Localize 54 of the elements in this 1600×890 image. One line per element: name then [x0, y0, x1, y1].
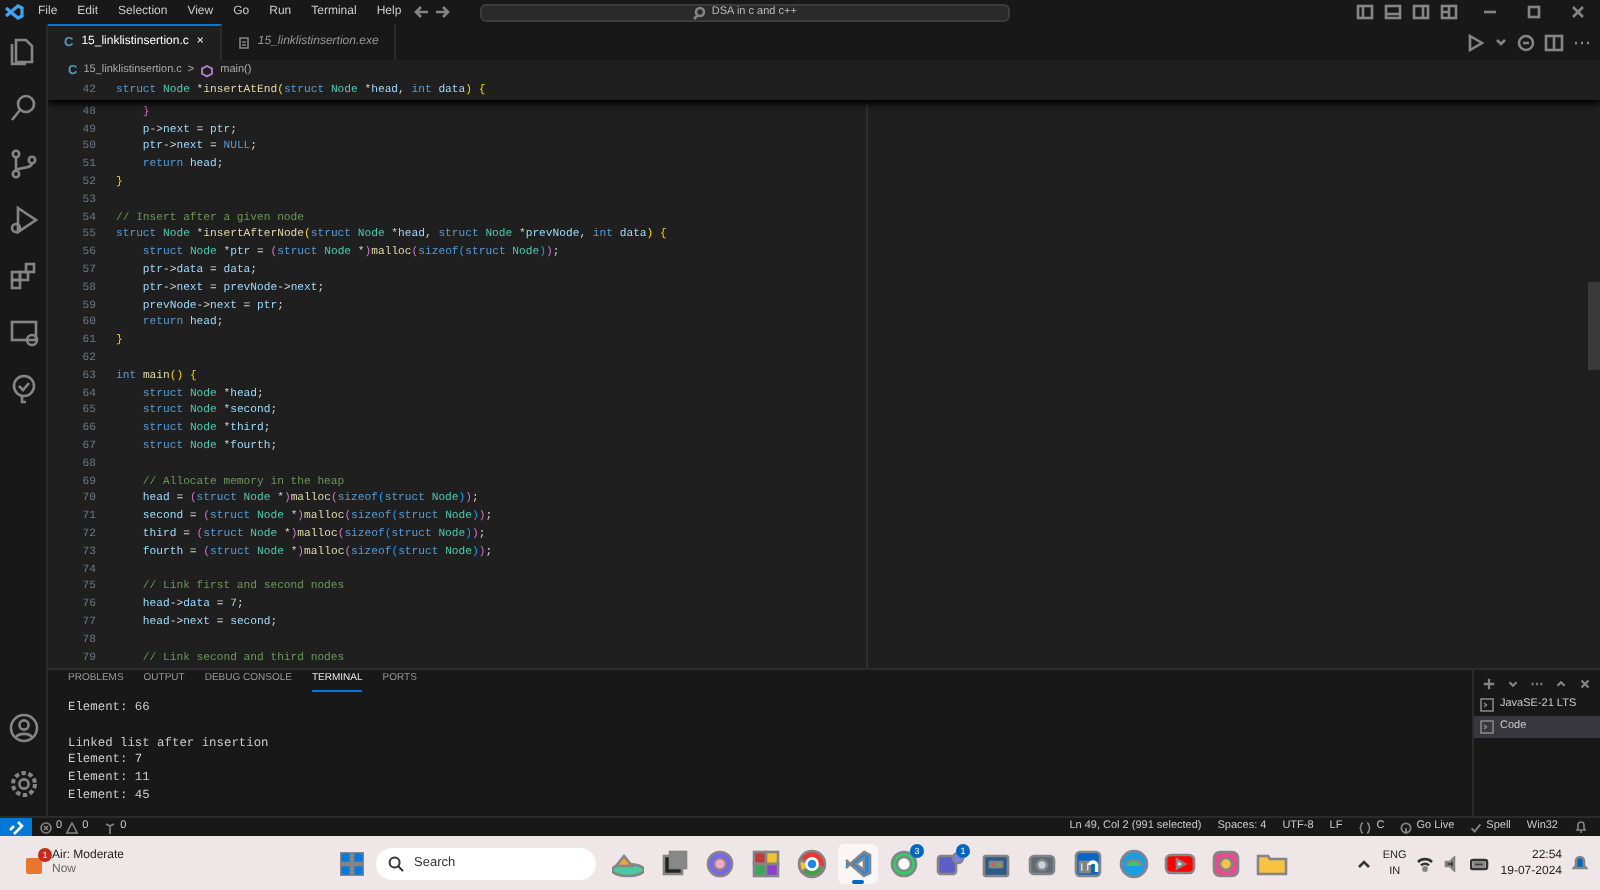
panel-layout-icon[interactable] [1384, 4, 1402, 20]
account-icon[interactable] [7, 712, 39, 744]
cube-icon [200, 64, 215, 78]
people-icon [934, 847, 966, 879]
broadcast-icon [1400, 821, 1413, 833]
check-icon [1470, 821, 1483, 833]
split-editor-icon[interactable] [1544, 31, 1564, 53]
notifications-icon[interactable] [1574, 820, 1588, 834]
run-debug-icon[interactable] [7, 204, 39, 236]
sidebar-layout-icon[interactable] [1356, 4, 1374, 20]
taskview-icon [658, 847, 690, 879]
source-control-icon[interactable] [7, 148, 39, 180]
files-icon[interactable] [7, 36, 39, 68]
search-icon [388, 855, 404, 871]
scrollbar-thumb[interactable] [1588, 282, 1600, 370]
volume-icon[interactable] [1444, 855, 1461, 871]
camera-app-icon [1210, 847, 1242, 879]
terminal-icon [1480, 698, 1494, 712]
chevron-down-icon[interactable] [1506, 676, 1520, 692]
customize-layout-icon[interactable] [1440, 4, 1458, 20]
code-editor-icon [842, 847, 874, 879]
wave-icon [1118, 847, 1150, 879]
remote-icon [8, 819, 24, 835]
settings-icon[interactable] [7, 768, 39, 800]
start-icon[interactable] [340, 851, 364, 875]
file-icon [237, 35, 250, 49]
app-logo-icon [0, 0, 28, 24]
chevron-up-icon[interactable] [1554, 676, 1568, 692]
wifi-icon[interactable] [1416, 855, 1435, 871]
run-icon[interactable] [1466, 31, 1486, 53]
testing-icon[interactable] [7, 372, 39, 404]
close-icon[interactable] [1578, 676, 1592, 692]
remote-indicator[interactable] [0, 817, 32, 837]
search-icon[interactable] [7, 92, 39, 124]
globe-icon [796, 847, 828, 879]
plus-icon[interactable] [1482, 676, 1496, 692]
search-icon [691, 5, 706, 19]
maximize-icon[interactable] [1522, 0, 1546, 24]
remote-explorer-icon[interactable] [7, 316, 39, 348]
braces-icon [1358, 821, 1373, 833]
warning-icon [66, 821, 79, 833]
antenna-icon [104, 821, 117, 833]
copilot-icon[interactable] [1516, 31, 1536, 53]
error-icon [40, 821, 52, 833]
chevron-up-icon[interactable] [1356, 855, 1373, 871]
notifications-icon[interactable] [1572, 854, 1588, 872]
sparkle-icon [704, 847, 736, 879]
extensions-icon[interactable] [7, 260, 39, 292]
tiles-icon [750, 847, 782, 879]
terminal-icon [1480, 720, 1494, 734]
secondary-sidebar-icon[interactable] [1412, 4, 1430, 20]
chat-icon [888, 847, 920, 879]
in-logo-icon [1072, 847, 1104, 879]
battery-icon[interactable] [1470, 855, 1491, 871]
